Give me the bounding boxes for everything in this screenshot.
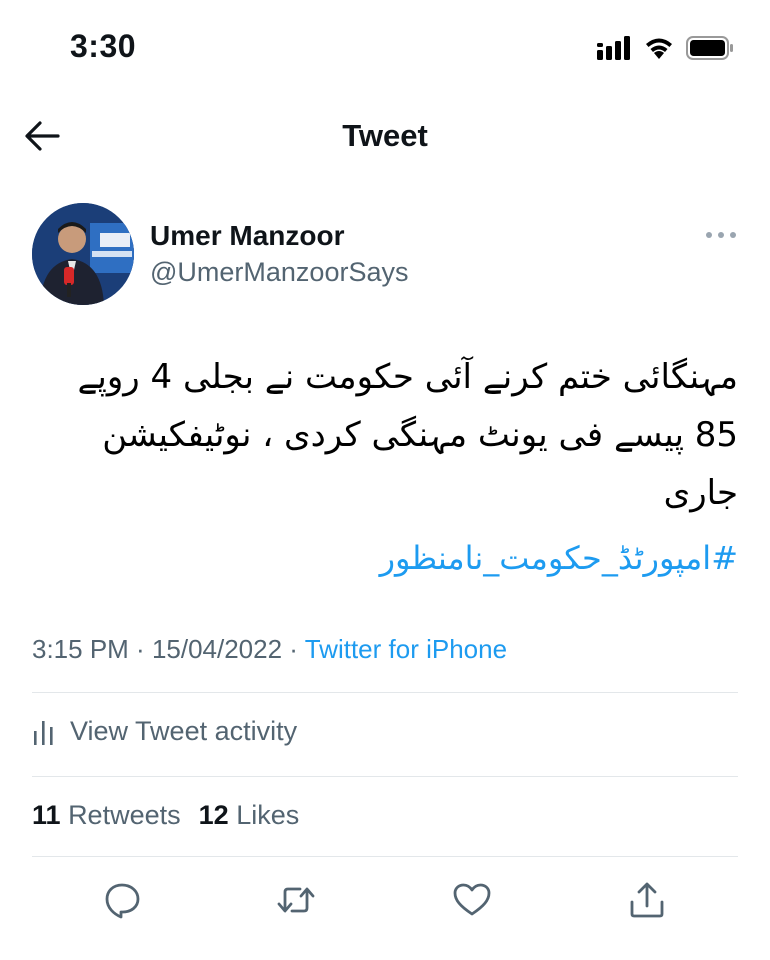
reply-icon (105, 883, 140, 919)
page-title: Tweet (342, 118, 428, 153)
tweet-text: مہنگائی ختم کرنے آئی حکومت نے بجلی 4 روپ… (77, 357, 739, 513)
signal-icon (597, 36, 630, 60)
retweets-stat[interactable]: 11 Retweets (32, 800, 181, 831)
divider (32, 776, 738, 777)
share-button[interactable] (627, 880, 667, 920)
hashtag-link[interactable]: #امپورٹڈ_حکومت_نامنظور (30, 530, 738, 586)
retweet-button[interactable] (276, 880, 316, 920)
author-name[interactable]: Umer Manzoor (150, 220, 344, 252)
divider (32, 692, 738, 693)
like-icon (453, 883, 491, 916)
author-handle[interactable]: @UmerManzoorSays (150, 257, 408, 288)
share-icon (630, 882, 664, 918)
tweet-meta: 3:15 PM · 15/04/2022 · Twitter for iPhon… (32, 634, 507, 665)
tweet-date: 15/04/2022 (151, 634, 283, 664)
avatar-image (32, 203, 134, 305)
avatar[interactable] (32, 203, 134, 305)
reply-button[interactable] (102, 880, 142, 920)
tweet-time: 3:15 PM (32, 634, 129, 664)
like-button[interactable] (452, 880, 492, 920)
likes-count: 12 (198, 800, 229, 830)
retweets-label: Retweets (68, 800, 181, 830)
likes-label: Likes (236, 800, 300, 830)
view-activity-button[interactable]: View Tweet activity (32, 716, 297, 747)
retweets-count: 11 (32, 800, 61, 830)
wifi-icon (646, 38, 672, 59)
activity-chart-icon (34, 720, 53, 745)
retweet-icon (277, 887, 315, 913)
battery-icon (686, 36, 733, 60)
meta-separator: · (128, 634, 152, 664)
status-time: 3:30 (70, 28, 137, 64)
more-icon[interactable] (704, 228, 738, 242)
tweet-stats: 11 Retweets 12 Likes (32, 800, 299, 831)
tweet-source-link[interactable]: Twitter for iPhone (305, 634, 507, 664)
meta-separator: · (282, 634, 305, 664)
likes-stat[interactable]: 12 Likes (199, 800, 300, 831)
divider (32, 856, 738, 857)
activity-label: View Tweet activity (70, 716, 298, 746)
